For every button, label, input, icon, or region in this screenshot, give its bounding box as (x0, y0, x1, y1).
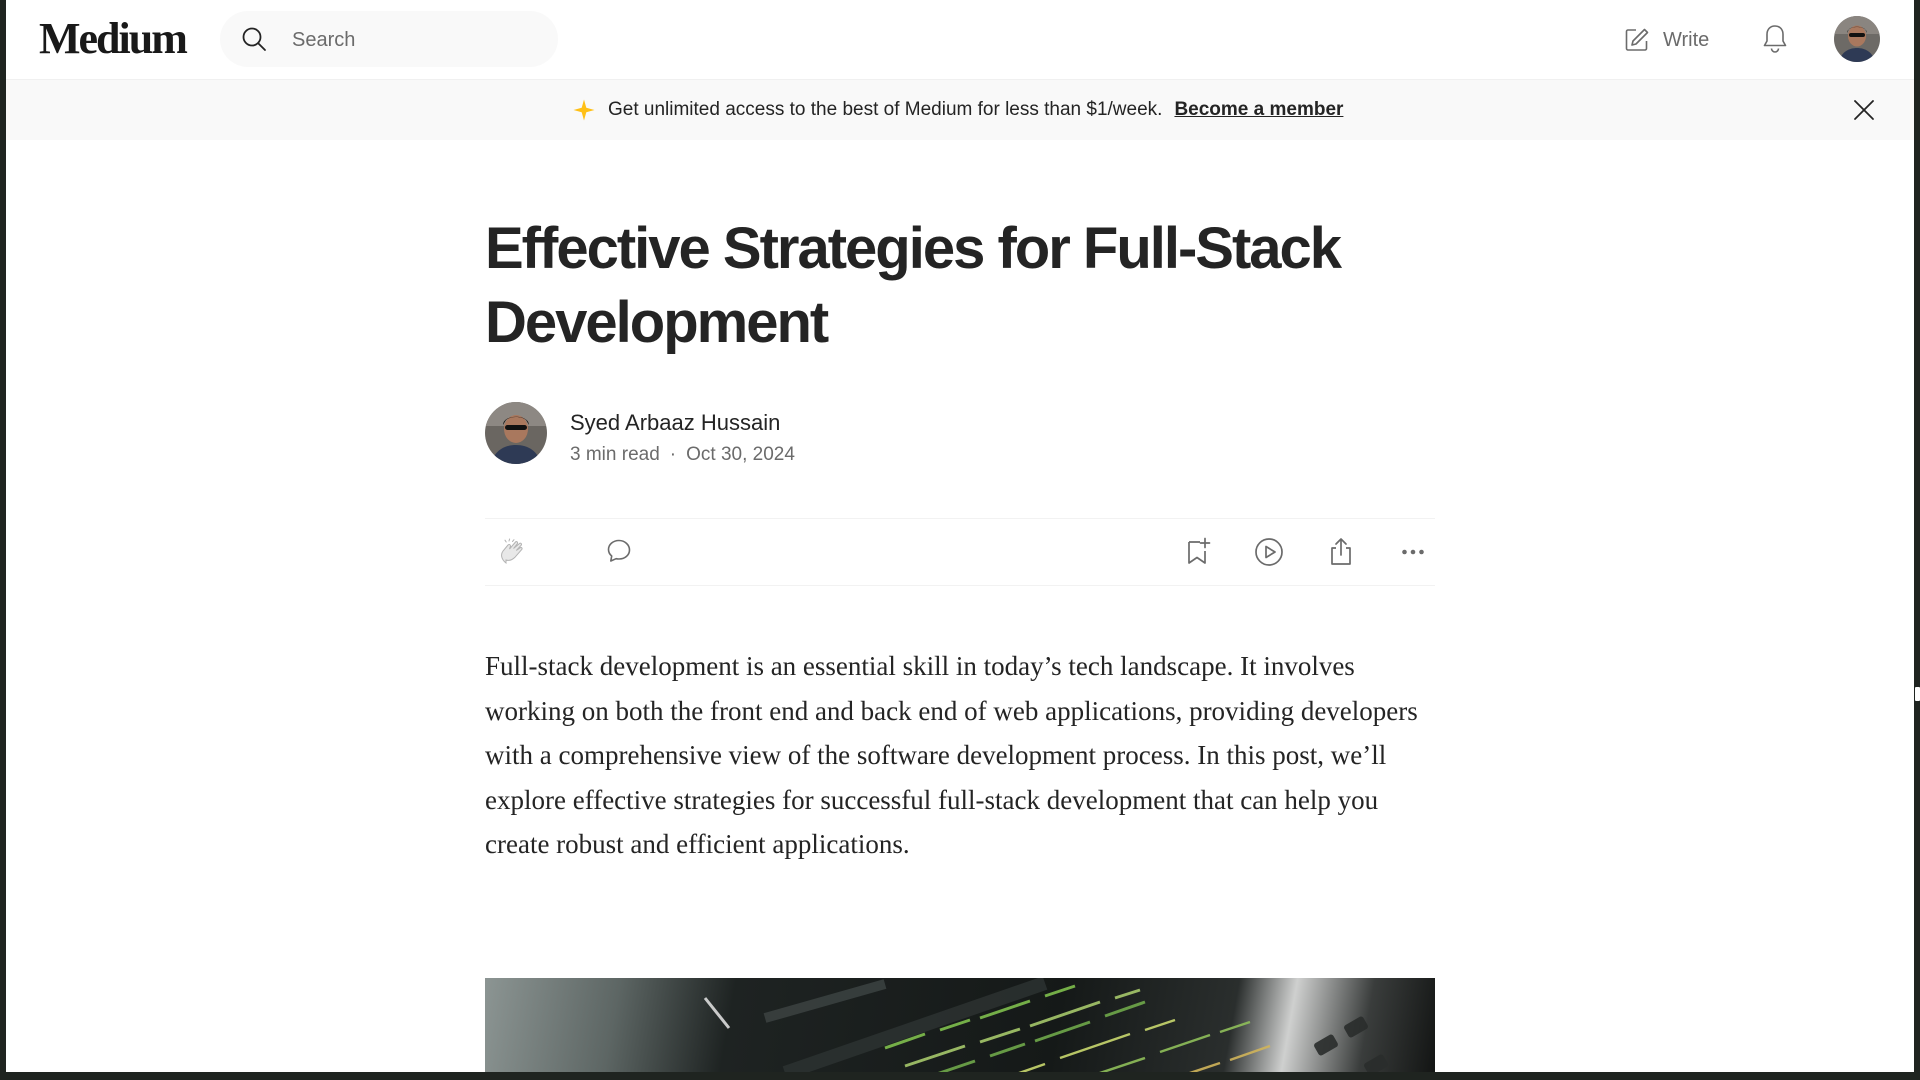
author-avatar-image (485, 402, 547, 464)
more-icon (1402, 549, 1424, 555)
write-label: Write (1663, 28, 1710, 51)
clap-button[interactable] (497, 536, 529, 573)
top-navbar: Medium Write (6, 0, 1914, 80)
publish-date: Oct 30, 2024 (686, 444, 795, 465)
play-icon (1255, 538, 1283, 566)
bell-icon (1763, 25, 1787, 53)
article-title: Effective Strategies for Full-Stack Deve… (485, 216, 1342, 355)
notifications-button[interactable] (1760, 22, 1790, 61)
banner-content: Get unlimited access to the best of Medi… (572, 80, 1343, 140)
share-icon (1331, 538, 1351, 565)
bookmark-add-icon (1188, 537, 1211, 564)
responses-button[interactable] (604, 536, 634, 571)
share-button[interactable] (1325, 536, 1357, 573)
listen-button[interactable] (1253, 536, 1285, 573)
medium-logo[interactable]: Medium (39, 14, 188, 64)
user-avatar-image (1834, 16, 1880, 62)
clap-icon (501, 538, 523, 565)
search-box[interactable] (220, 11, 558, 69)
article-meta: 3 min read · Oct 30, 2024 (570, 444, 795, 466)
article-intro-paragraph: Full-stack development is an essential s… (485, 651, 1418, 860)
search-input[interactable] (290, 11, 544, 69)
sparkle-icon (573, 99, 595, 121)
save-button[interactable] (1181, 536, 1213, 573)
close-icon (1854, 100, 1874, 120)
banner-text: Get unlimited access to the best of Medi… (608, 99, 1163, 120)
more-options-button[interactable] (1397, 536, 1429, 573)
pencil-square-icon (1625, 28, 1649, 51)
membership-banner: Get unlimited access to the best of Medi… (6, 80, 1914, 140)
author-name[interactable]: Syed Arbaaz Hussain (570, 410, 780, 436)
banner-close-button[interactable] (1852, 98, 1876, 127)
meta-separator: · (669, 444, 677, 465)
scrollbar-handle[interactable] (1914, 686, 1920, 702)
read-time: 3 min read (570, 444, 660, 465)
become-member-link[interactable]: Become a member (1174, 99, 1343, 121)
author-avatar[interactable] (485, 402, 547, 464)
article-hero-image (485, 978, 1435, 1072)
browser-page: Medium Write (6, 0, 1914, 1072)
article-action-bar (485, 518, 1435, 586)
search-icon (242, 27, 266, 51)
comment-icon (607, 539, 631, 562)
write-button[interactable]: Write (1623, 20, 1709, 60)
laptop-code-image (703, 978, 1388, 1072)
user-avatar[interactable] (1834, 16, 1880, 62)
